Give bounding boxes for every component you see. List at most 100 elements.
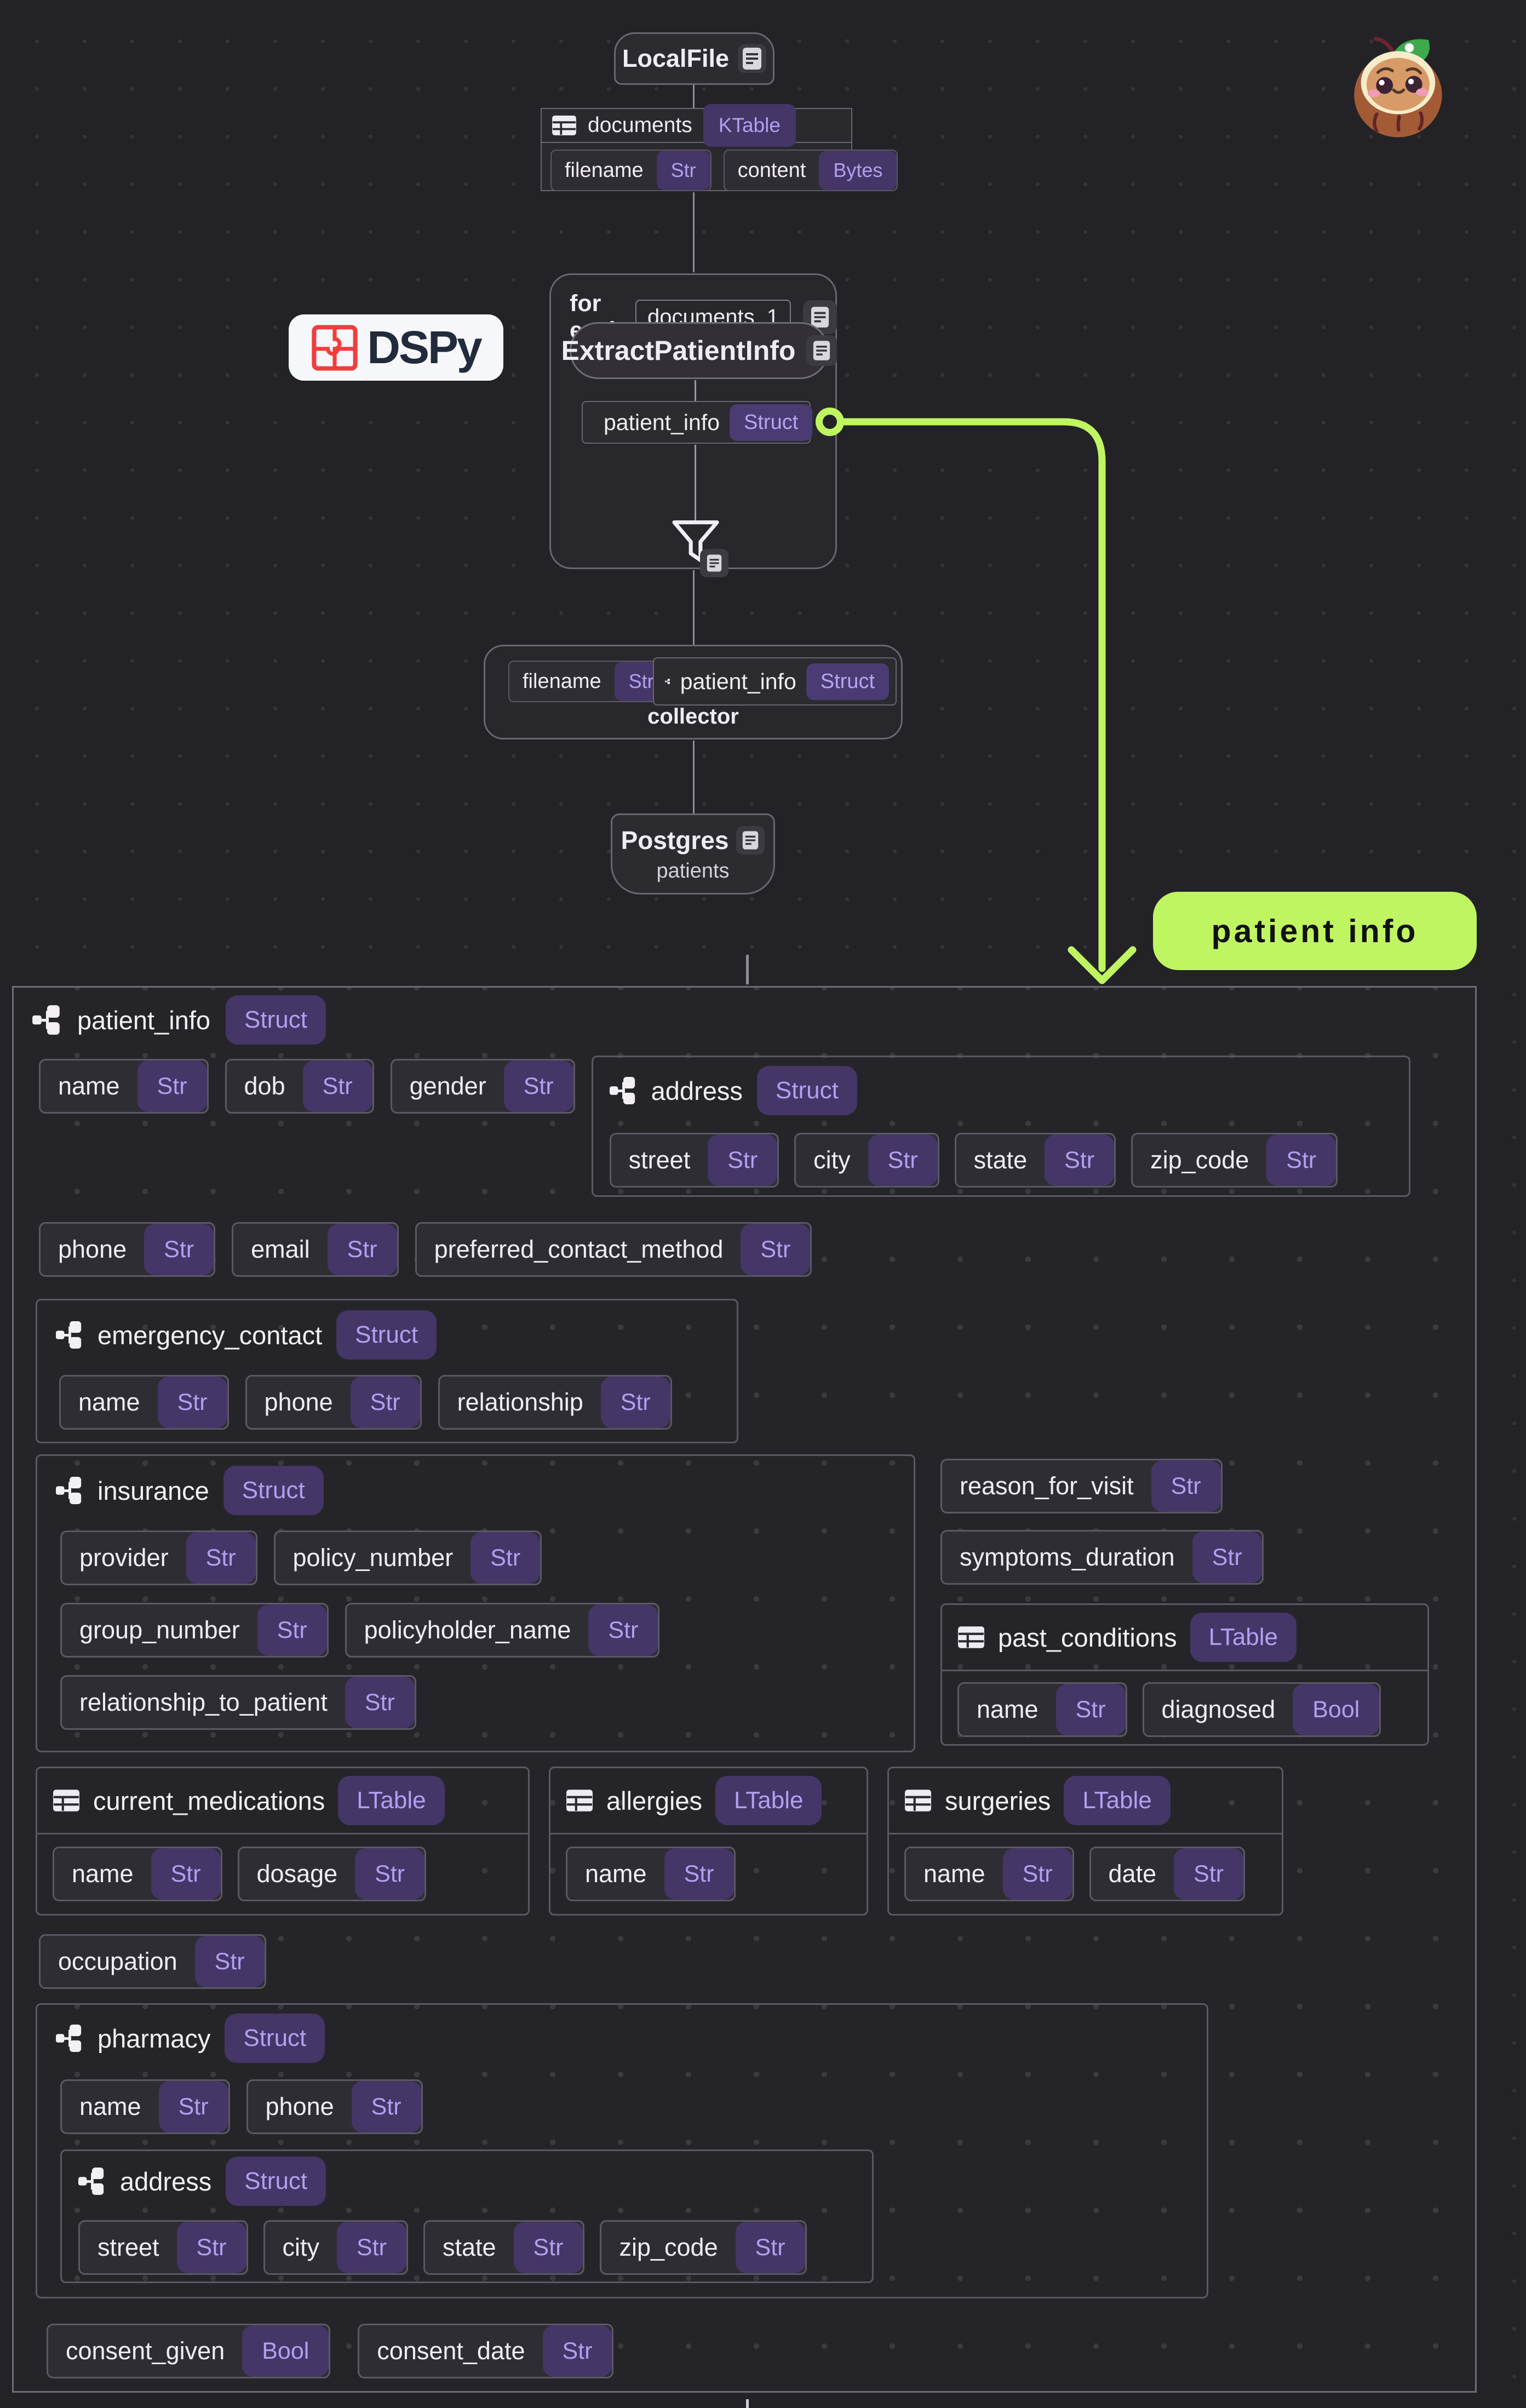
struct-box-pharmacy-address[interactable]: address Struct streetStr cityStr stateSt… bbox=[60, 2149, 874, 2283]
field-type-badge: Str bbox=[543, 2325, 612, 2377]
field-pill-name[interactable]: nameStr bbox=[957, 1682, 1127, 1737]
output-name: patient_info bbox=[604, 410, 720, 435]
field-pill-preferred-contact-method[interactable]: preferred_contact_methodStr bbox=[415, 1222, 812, 1277]
field-pill-reason-for-visit[interactable]: reason_for_visitStr bbox=[940, 1459, 1223, 1513]
notes-icon-button[interactable] bbox=[736, 826, 765, 855]
field-pill-name[interactable]: nameStr bbox=[60, 2079, 230, 2134]
field-pill-relationship[interactable]: relationshipStr bbox=[438, 1375, 672, 1430]
fields-row: consent_givenBool consent_dateStr bbox=[47, 2324, 1475, 2378]
field-label: street bbox=[611, 1134, 708, 1186]
field-pill-consent-given[interactable]: consent_givenBool bbox=[47, 2324, 330, 2378]
documents-output-table[interactable]: documents KTable filename Str content By… bbox=[541, 108, 852, 191]
field-pill-state[interactable]: stateStr bbox=[955, 1133, 1116, 1188]
field-type-badge: Str bbox=[708, 1134, 777, 1186]
field-pill-occupation[interactable]: occupationStr bbox=[39, 1934, 266, 1989]
field-pill-name[interactable]: nameStr bbox=[59, 1375, 229, 1430]
node-title: LocalFile bbox=[622, 44, 729, 73]
connector-stub bbox=[746, 2399, 749, 2408]
field-type-badge: Str bbox=[159, 2081, 228, 2132]
field-pill-group-number[interactable]: group_numberStr bbox=[60, 1603, 329, 1658]
ltable-box-current-medications[interactable]: current_medications LTable nameStr dosag… bbox=[36, 1767, 530, 1916]
field-pill-name[interactable]: nameStr bbox=[53, 1847, 222, 1901]
ltable-type-badge: LTable bbox=[715, 1776, 822, 1825]
field-pill-policy-number[interactable]: policy_numberStr bbox=[274, 1530, 542, 1585]
struct-box-pharmacy[interactable]: pharmacy Struct nameStr phoneStr address… bbox=[36, 2003, 1208, 2298]
node-collector[interactable]: filename Str patient_info Struct collect… bbox=[484, 645, 903, 739]
field-label: dob bbox=[227, 1060, 303, 1112]
ltable-type-badge: LTable bbox=[338, 1776, 444, 1825]
struct-type-badge: Struct bbox=[757, 1066, 857, 1115]
ltable-box-allergies[interactable]: allergies LTable nameStr bbox=[549, 1767, 868, 1916]
file-icon bbox=[738, 44, 766, 73]
struct-type-badge: Struct bbox=[336, 1310, 437, 1360]
field-pill-state[interactable]: stateStr bbox=[423, 2220, 585, 2275]
ktable-type-badge: KTable bbox=[703, 104, 796, 147]
field-pill-date[interactable]: dateStr bbox=[1089, 1847, 1246, 1901]
struct-box-emergency-contact[interactable]: emergency_contact Struct nameStr phoneSt… bbox=[36, 1299, 738, 1443]
annotation-patient-info[interactable]: patient info bbox=[1153, 892, 1477, 970]
field-label: name bbox=[61, 1377, 158, 1428]
struct-header: emergency_contact Struct bbox=[56, 1310, 737, 1360]
field-pill-city[interactable]: cityStr bbox=[263, 2220, 408, 2275]
struct-icon bbox=[78, 2166, 106, 2196]
field-pill-content[interactable]: content Bytes bbox=[724, 150, 898, 191]
field-type-badge: Struct bbox=[806, 663, 889, 700]
field-pill-filename[interactable]: filename Str bbox=[508, 661, 669, 702]
fields-row: nameStr dobStr genderStr address Struct … bbox=[39, 1056, 1475, 1197]
notes-icon-button[interactable] bbox=[700, 549, 728, 577]
field-pill-name[interactable]: nameStr bbox=[904, 1847, 1074, 1901]
node-for-each[interactable]: for each documents_1 ExtractPatientInfo … bbox=[549, 273, 837, 569]
field-pill-dob[interactable]: dobStr bbox=[225, 1059, 374, 1114]
field-type-badge: Str bbox=[504, 1060, 573, 1112]
patient-info-output-port[interactable] bbox=[816, 408, 844, 436]
ltable-name: surgeries bbox=[945, 1786, 1051, 1816]
field-pill-zip-code[interactable]: zip_codeStr bbox=[1131, 1133, 1338, 1188]
field-pill-consent-date[interactable]: consent_dateStr bbox=[358, 2324, 613, 2378]
field-pill-name[interactable]: nameStr bbox=[39, 1059, 209, 1114]
field-label: policyholder_name bbox=[347, 1604, 589, 1656]
fields-row: nameStr phoneStr relationshipStr bbox=[59, 1375, 737, 1430]
field-type-badge: Str bbox=[351, 1377, 420, 1428]
struct-header: insurance Struct bbox=[56, 1466, 914, 1515]
field-label: name bbox=[567, 1848, 664, 1900]
node-postgres[interactable]: Postgres patients bbox=[611, 813, 775, 895]
field-pill-phone[interactable]: phoneStr bbox=[245, 1375, 422, 1430]
table-icon bbox=[566, 1789, 593, 1812]
field-pill-provider[interactable]: providerStr bbox=[60, 1530, 257, 1585]
field-type-badge: Str bbox=[1192, 1532, 1262, 1583]
field-pill-phone[interactable]: phoneStr bbox=[39, 1222, 215, 1277]
field-type-badge: Str bbox=[1003, 1848, 1072, 1900]
table-icon bbox=[957, 1626, 985, 1649]
field-pill-dosage[interactable]: dosageStr bbox=[238, 1847, 427, 1901]
struct-box-insurance[interactable]: insurance Struct providerStr policy_numb… bbox=[36, 1454, 915, 1752]
module-pill-extract-patient-info[interactable]: ExtractPatientInfo bbox=[570, 322, 829, 379]
schema-type-badge: Struct bbox=[226, 995, 326, 1045]
patient-info-schema-panel[interactable]: patient_info Struct nameStr dobStr gende… bbox=[12, 986, 1477, 2393]
ltable-box-surgeries[interactable]: surgeries LTable nameStr dateStr bbox=[887, 1767, 1283, 1916]
field-pill-email[interactable]: emailStr bbox=[232, 1222, 399, 1277]
field-pill-zip-code[interactable]: zip_codeStr bbox=[600, 2220, 806, 2275]
panel-header: patient_info Struct bbox=[32, 995, 1475, 1045]
field-row-patient-info[interactable]: patient_info Struct bbox=[653, 657, 897, 706]
field-pill-street[interactable]: streetStr bbox=[610, 1133, 779, 1188]
field-pill-phone[interactable]: phoneStr bbox=[246, 2079, 423, 2134]
struct-box-address[interactable]: address Struct streetStr cityStr stateSt… bbox=[592, 1056, 1410, 1197]
field-label: consent_date bbox=[359, 2325, 542, 2377]
notes-icon-button[interactable] bbox=[806, 335, 837, 366]
field-pill-relationship-to-patient[interactable]: relationship_to_patientStr bbox=[60, 1675, 416, 1730]
field-pill-name[interactable]: nameStr bbox=[566, 1847, 736, 1901]
field-pill-city[interactable]: cityStr bbox=[794, 1133, 939, 1188]
field-label: symptoms_duration bbox=[942, 1532, 1192, 1583]
field-pill-filename[interactable]: filename Str bbox=[550, 150, 712, 191]
field-pill-gender[interactable]: genderStr bbox=[391, 1059, 575, 1114]
output-row-patient-info[interactable]: patient_info Struct bbox=[582, 401, 811, 444]
field-pill-street[interactable]: streetStr bbox=[78, 2220, 248, 2275]
field-pill-policyholder-name[interactable]: policyholder_nameStr bbox=[345, 1603, 660, 1658]
connector-line bbox=[693, 570, 695, 645]
ltable-box-past-conditions[interactable]: past_conditions LTable nameStr diagnosed… bbox=[940, 1603, 1429, 1746]
field-pill-diagnosed[interactable]: diagnosedBool bbox=[1143, 1682, 1381, 1737]
node-localfile[interactable]: LocalFile bbox=[614, 32, 775, 85]
field-pill-symptoms-duration[interactable]: symptoms_durationStr bbox=[940, 1530, 1264, 1585]
field-type-badge: Str bbox=[1151, 1460, 1221, 1512]
field-type-badge: Str bbox=[664, 1848, 734, 1900]
